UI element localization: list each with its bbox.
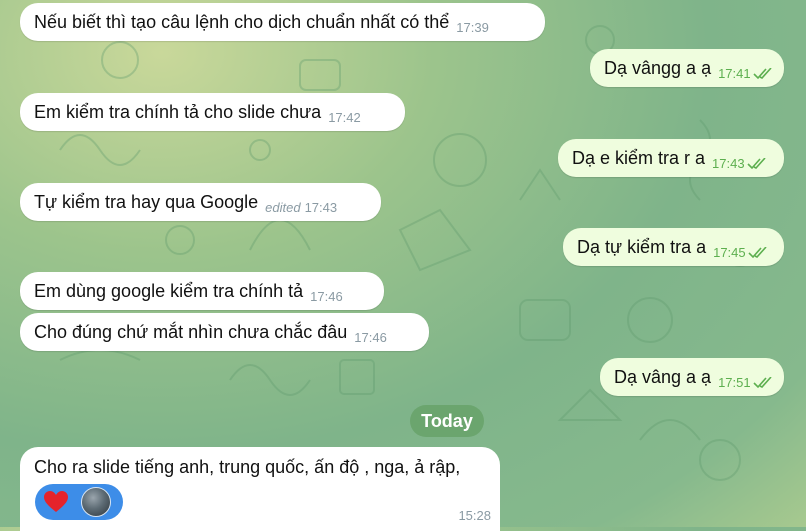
message-bubble-outgoing[interactable]: Dạ e kiểm tra r a 17:43: [558, 139, 784, 177]
message-text: Em dùng google kiểm tra chính tả: [34, 280, 304, 301]
message-bubble-incoming[interactable]: Nếu biết thì tạo câu lệnh cho dịch chuẩn…: [20, 3, 545, 41]
message-bubble-incoming[interactable]: Em kiểm tra chính tả cho slide chưa 17:4…: [20, 93, 405, 131]
message-text: Em kiểm tra chính tả cho slide chưa: [34, 101, 322, 122]
avatar[interactable]: [81, 487, 111, 517]
message-text: Nếu biết thì tạo câu lệnh cho dịch chuẩn…: [34, 11, 450, 32]
message-bubble-outgoing[interactable]: Dạ vângg a ạ 17:41: [590, 49, 784, 87]
message-bubble-incoming[interactable]: Cho ra slide tiếng anh, trung quốc, ấn đ…: [20, 447, 500, 531]
message-time: 17:41: [718, 65, 751, 81]
message-bubble-incoming[interactable]: Tự kiểm tra hay qua Google edited 17:43: [20, 183, 381, 221]
message-time: 17:46: [310, 288, 343, 304]
read-ticks-icon: [747, 158, 766, 170]
message-text: Dạ tự kiểm tra a: [577, 236, 707, 257]
message-time: 17:51: [718, 374, 751, 390]
edited-label: edited: [265, 199, 301, 215]
message-time: 17:45: [713, 244, 746, 260]
message-bubble-incoming[interactable]: Cho đúng chứ mắt nhìn chưa chắc đâu 17:4…: [20, 313, 429, 351]
message-text: Dạ vângg a ạ: [604, 57, 712, 78]
message-text: Cho ra slide tiếng anh, trung quốc, ấn đ…: [34, 457, 461, 477]
message-bubble-outgoing[interactable]: Dạ tự kiểm tra a 17:45: [563, 228, 784, 266]
message-bubble-incoming[interactable]: Em dùng google kiểm tra chính tả 17:46: [20, 272, 384, 310]
message-time: 17:43: [712, 155, 745, 171]
message-time: 17:43: [304, 199, 338, 215]
message-time: 17:39: [456, 19, 489, 35]
read-ticks-icon: [748, 247, 767, 259]
date-separator: Today: [410, 405, 484, 437]
message-text: Tự kiểm tra hay qua Google: [34, 191, 259, 212]
message-bubble-outgoing[interactable]: Dạ vâng a ạ 17:51: [600, 358, 784, 396]
message-text: Cho đúng chứ mắt nhìn chưa chắc đâu: [34, 321, 348, 342]
message-text: Dạ vâng a ạ: [614, 366, 712, 387]
message-time: 15:28: [458, 508, 491, 523]
read-ticks-icon: [753, 377, 772, 389]
message-time: 17:46: [354, 329, 387, 345]
message-text: Dạ e kiểm tra r a: [572, 147, 706, 168]
read-ticks-icon: [753, 68, 772, 80]
message-time: 17:42: [328, 109, 361, 125]
reaction-pill[interactable]: [35, 484, 123, 520]
heart-icon: [44, 491, 68, 512]
